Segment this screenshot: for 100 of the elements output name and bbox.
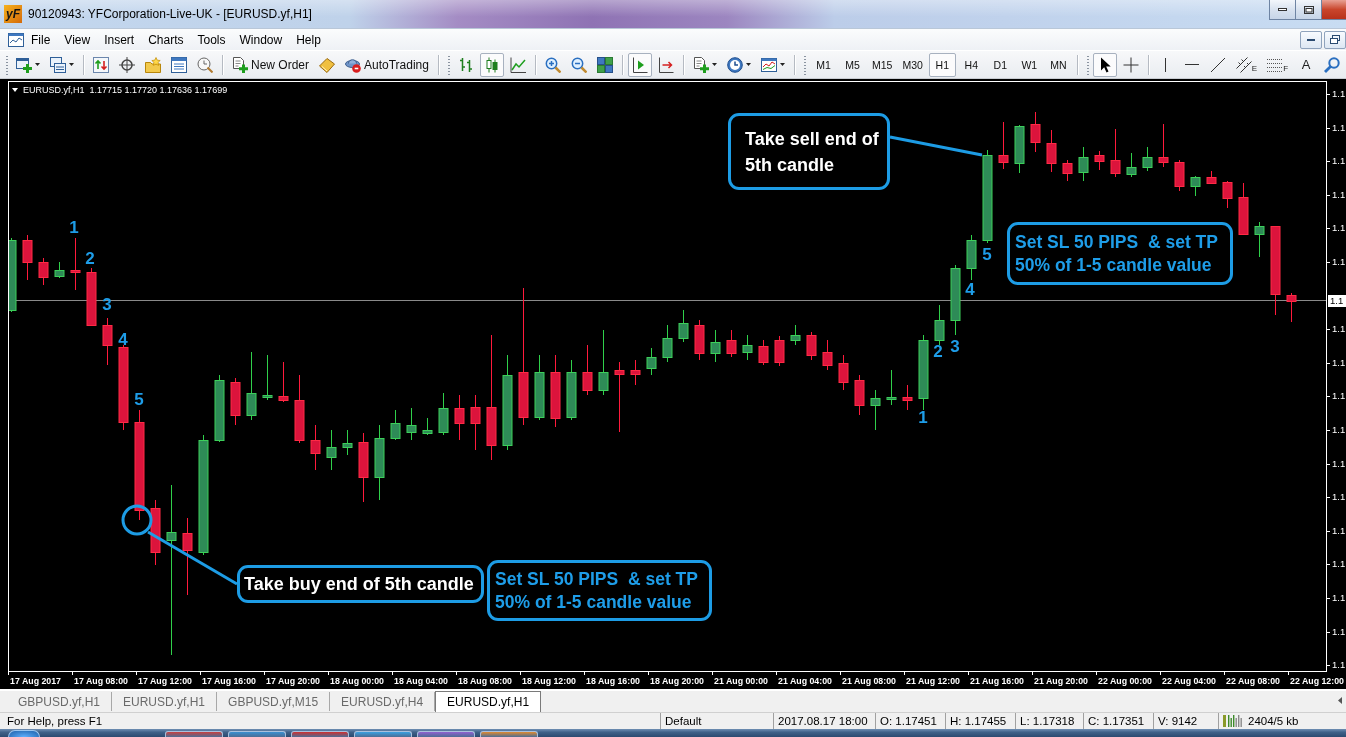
chart-tab[interactable]: EURUSD.yf,H1 [435, 691, 542, 712]
chart-tab[interactable]: GBPUSD.yf,M15 [217, 692, 331, 711]
price-label: 1.1 [1327, 524, 1346, 537]
status-text: O: 1.17451 [880, 714, 937, 728]
price-label: 1.1 [1327, 121, 1346, 134]
timeframe-button[interactable]: M1 [809, 52, 837, 77]
timeframe-button[interactable]: H4 [957, 52, 985, 77]
vertical-line-icon [1165, 57, 1167, 72]
search-icon [1324, 56, 1341, 73]
start-button[interactable] [8, 730, 40, 737]
taskbar-button[interactable] [291, 731, 349, 737]
time-label: 18 Aug 12:00 [522, 676, 576, 686]
menu-item[interactable]: File [24, 30, 58, 49]
new-order-button[interactable]: New Order [228, 52, 313, 77]
taskbar-button[interactable] [417, 731, 475, 737]
price-label: 1.1 [1327, 659, 1346, 672]
timeframe-button[interactable]: H1 [928, 52, 956, 77]
document-plus-icon [692, 56, 709, 73]
chart-window-icon [760, 56, 777, 73]
candlestick-chart-button[interactable] [479, 52, 504, 77]
status-text: For Help, press F1 [7, 714, 103, 728]
drag-handle[interactable] [1085, 54, 1090, 75]
time-label: 18 Aug 16:00 [586, 676, 640, 686]
price-label: 1.1 [1327, 222, 1346, 235]
menu-item[interactable]: Charts [141, 30, 191, 49]
time-label: 17 Aug 20:00 [266, 676, 320, 686]
arrows-box-icon [93, 56, 109, 73]
channel-button[interactable]: E [1231, 52, 1262, 77]
price-label: 1.1 [1327, 323, 1346, 336]
chart-tab[interactable]: EURUSD.yf,H1 [112, 692, 218, 711]
taskbar-button[interactable] [228, 731, 286, 737]
chart-shift-button[interactable] [627, 52, 652, 77]
time-label: 18 Aug 04:00 [394, 676, 448, 686]
line-chart-icon [509, 56, 526, 73]
time-label: 22 Aug 04:00 [1162, 676, 1216, 686]
taskbar-button[interactable] [480, 731, 538, 737]
menu-item[interactable]: Help [289, 30, 328, 49]
price-label: 1.1 [1327, 457, 1346, 470]
windows-icon [50, 56, 66, 73]
dotted-lines-icon [1267, 56, 1284, 73]
time-label: 22 Aug 08:00 [1226, 676, 1280, 686]
chart-tab[interactable]: GBPUSD.yf,H1 [7, 692, 113, 711]
diamond-icon [319, 56, 335, 73]
time-label: 22 Aug 12:00 [1290, 676, 1344, 686]
timeframe-button[interactable]: MN [1044, 52, 1072, 77]
cursor-button[interactable] [1092, 52, 1117, 77]
time-label: 21 Aug 16:00 [970, 676, 1024, 686]
drag-handle[interactable] [5, 54, 9, 75]
menu-item[interactable]: View [57, 30, 98, 49]
taskbar-button[interactable] [354, 731, 412, 737]
crosshair-icon [1122, 56, 1139, 73]
price-label: 1.1 [1327, 356, 1346, 369]
fibonacci-button[interactable]: F [1263, 52, 1293, 77]
clock-icon [726, 56, 743, 73]
minimize-button[interactable] [1300, 30, 1322, 49]
minimize-button[interactable] [1269, 0, 1295, 20]
hatched-lines-icon [1235, 56, 1252, 73]
app-logo: yF [4, 5, 22, 23]
ohlc-bars-icon [457, 56, 474, 73]
price-label: 1.1 [1327, 188, 1346, 201]
price-label: 1.1 [1327, 558, 1346, 571]
axis-triangle-icon [631, 56, 648, 73]
window-plus-icon [16, 56, 32, 73]
timeframe-button[interactable]: M5 [838, 52, 866, 77]
list-window-icon [171, 56, 187, 73]
minimize-icon [1307, 38, 1315, 41]
maximize-button[interactable] [1295, 0, 1321, 20]
tile-windows-icon [596, 56, 613, 73]
autotrading-button[interactable]: AutoTrading [341, 52, 433, 77]
timeframe-button[interactable]: M15 [867, 52, 897, 77]
menu-item[interactable]: Tools [190, 30, 233, 49]
text-button[interactable]: A [1294, 52, 1319, 77]
maximize-icon [1303, 5, 1314, 14]
clock-magnifier-icon [197, 56, 213, 73]
price-label: 1.1 [1327, 625, 1346, 638]
time-label: 18 Aug 00:00 [330, 676, 384, 686]
chart-header: EURUSD.yf,H1 1.17715 1.17720 1.17636 1.17699 [23, 85, 228, 95]
horizontal-line-icon [1184, 64, 1199, 65]
caret-icon[interactable] [12, 88, 18, 92]
timeframe-button[interactable]: D1 [986, 52, 1014, 77]
menu-item[interactable]: Insert [97, 30, 142, 49]
document-plus-icon [232, 56, 248, 73]
restore-button[interactable] [1324, 30, 1346, 49]
taskbar-button[interactable] [165, 731, 223, 737]
time-label: 17 Aug 2017 [10, 676, 62, 686]
timeframe-button[interactable]: M30 [898, 52, 927, 77]
time-label: 17 Aug 12:00 [138, 676, 192, 686]
diagonal-line-icon [1209, 56, 1226, 73]
status-text: L: 1.17318 [1020, 714, 1075, 728]
time-label: 21 Aug 12:00 [906, 676, 960, 686]
menu-item[interactable]: Window [232, 30, 290, 49]
zoom-out-icon [570, 56, 587, 73]
scroll-left-icon[interactable] [1338, 697, 1342, 704]
chart-window-icon [8, 31, 24, 48]
time-label: 21 Aug 00:00 [714, 676, 768, 686]
time-label: 18 Aug 08:00 [458, 676, 512, 686]
timeframe-button[interactable]: W1 [1015, 52, 1043, 77]
time-label: 18 Aug 20:00 [650, 676, 704, 686]
time-label: 22 Aug 00:00 [1098, 676, 1152, 686]
time-label: 21 Aug 08:00 [842, 676, 896, 686]
